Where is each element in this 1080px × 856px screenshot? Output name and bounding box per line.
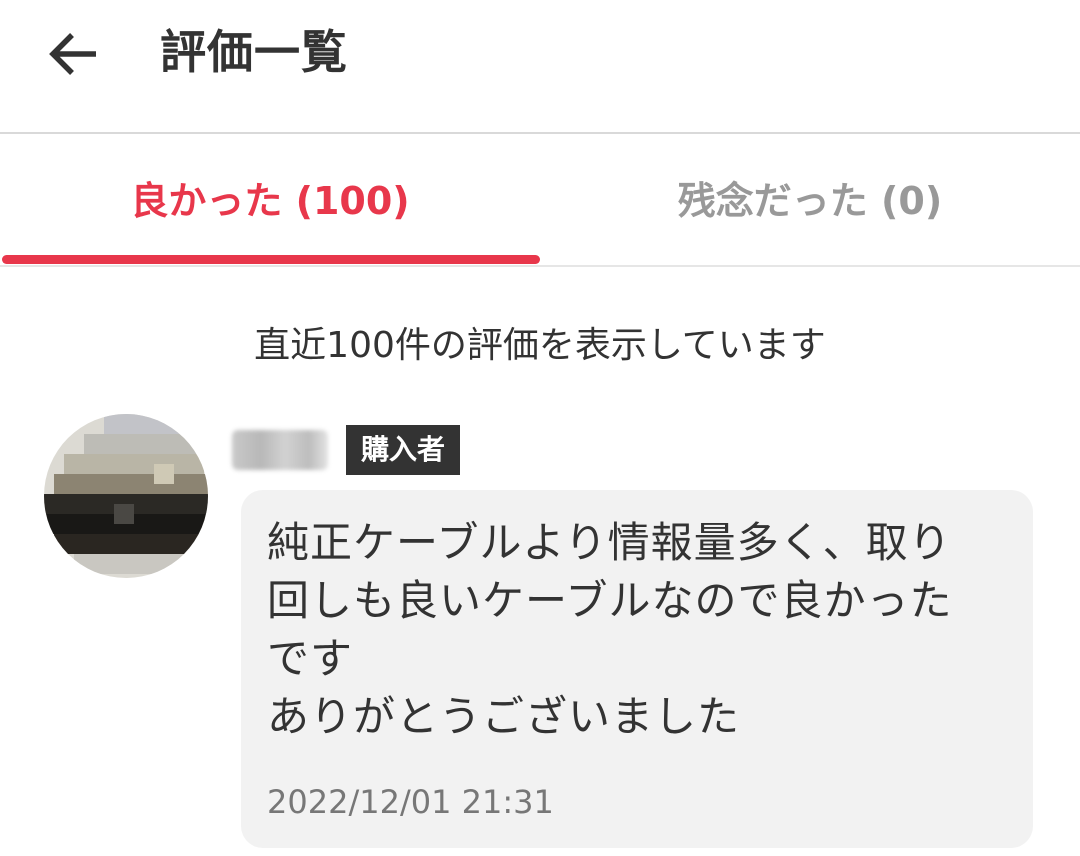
reviewer-avatar[interactable] [44, 414, 208, 578]
tab-good-reviews[interactable]: 良かった (100) [0, 134, 540, 265]
review-text: 純正ケーブルより情報量多く、取り 回しも良いケーブルなので良かった です ありが… [267, 518, 953, 741]
review-card: 純正ケーブルより情報量多く、取り 回しも良いケーブルなので良かった です ありが… [241, 490, 1033, 848]
tab-bad-reviews[interactable]: 残念だった (0) [540, 134, 1080, 265]
arrow-left-icon [49, 33, 96, 75]
active-tab-indicator [2, 255, 540, 264]
tab-bar: 良かった (100) 残念だった (0) [0, 134, 1080, 267]
app-header: 評価一覧 [0, 0, 1080, 134]
review-date: 2022/12/01 21:31 [267, 783, 554, 821]
buyer-badge: 購入者 [346, 425, 460, 475]
back-button[interactable] [36, 20, 112, 88]
reviewer-name-blurred[interactable] [232, 430, 328, 470]
page-title: 評価一覧 [160, 25, 348, 79]
review-count-notice: 直近100件の評価を表示しています [254, 325, 826, 366]
